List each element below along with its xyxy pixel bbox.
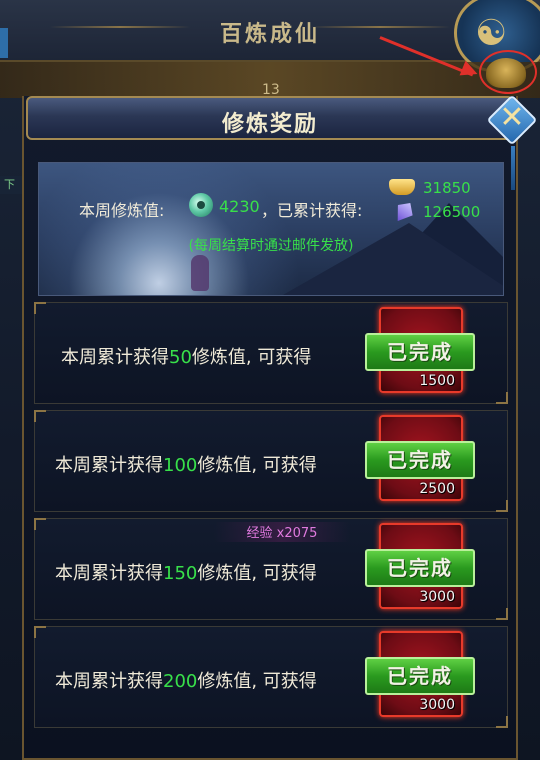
row-description: 本周累计获得50修炼值, 可获得 bbox=[61, 343, 311, 369]
accumulated-label: ，已累计获得: bbox=[261, 201, 363, 220]
row-description: 本周累计获得150修炼值, 可获得 bbox=[55, 559, 317, 585]
panel-header: 修炼奖励 bbox=[26, 96, 514, 140]
crystal-total: 126500 bbox=[423, 203, 481, 221]
row-suffix: 修炼值, 可获得 bbox=[197, 563, 317, 584]
row-threshold: 150 bbox=[163, 563, 198, 584]
reward-count: 2500 bbox=[419, 481, 455, 497]
row-suffix: 修炼值, 可获得 bbox=[197, 671, 317, 692]
reward-count: 3000 bbox=[419, 697, 455, 713]
reward-row: 本周累计获得200修炼值, 可获得 3000 已完成 bbox=[34, 626, 508, 728]
row-threshold: 100 bbox=[163, 455, 198, 476]
row-suffix: 修炼值, 可获得 bbox=[197, 455, 317, 476]
reward-row: 本周累计获得50修炼值, 可获得 1500 已完成 bbox=[34, 302, 508, 404]
row-prefix: 本周累计获得 bbox=[55, 671, 163, 692]
reward-row: 本周累计获得100修炼值, 可获得 2500 已完成 bbox=[34, 410, 508, 512]
tassel-icon bbox=[511, 146, 515, 190]
jade-icon bbox=[189, 193, 213, 217]
weekly-value-label: 本周修炼值: bbox=[79, 201, 165, 220]
completed-button[interactable]: 已完成 bbox=[365, 333, 475, 371]
exp-toast: 经验 x2075 bbox=[214, 522, 350, 542]
row-prefix: 本周累计获得 bbox=[55, 455, 163, 476]
completed-button[interactable]: 已完成 bbox=[365, 657, 475, 695]
title-ornament-right bbox=[310, 26, 450, 28]
background-titlebar: 百炼成仙 ☯ bbox=[0, 0, 540, 72]
mountain-decoration bbox=[269, 223, 503, 295]
row-description: 本周累计获得100修炼值, 可获得 bbox=[55, 451, 317, 477]
summary-banner: 本周修炼值: 4230 ，已累计获得: 31850 126500 (每周结算时通… bbox=[38, 162, 504, 296]
reward-count: 3000 bbox=[419, 589, 455, 605]
reward-count: 1500 bbox=[419, 373, 455, 389]
completed-button[interactable]: 已完成 bbox=[365, 441, 475, 479]
mail-note: (每周结算时通过邮件发放) bbox=[188, 238, 354, 254]
panel-title: 修炼奖励 bbox=[221, 111, 318, 137]
row-prefix: 本周累计获得 bbox=[55, 563, 163, 584]
completed-button[interactable]: 已完成 bbox=[365, 549, 475, 587]
row-suffix: 修炼值, 可获得 bbox=[191, 347, 312, 368]
row-prefix: 本周累计获得 bbox=[61, 347, 169, 368]
row-threshold: 50 bbox=[169, 347, 192, 368]
gold-ingot-icon bbox=[389, 179, 415, 195]
annotation-circle bbox=[479, 50, 537, 94]
row-threshold: 200 bbox=[163, 671, 198, 692]
row-description: 本周累计获得200修炼值, 可获得 bbox=[55, 667, 317, 693]
close-button[interactable]: ✕ bbox=[486, 94, 538, 146]
weekly-value: 4230 bbox=[219, 197, 260, 216]
character-silhouette bbox=[191, 255, 209, 291]
close-x-icon: ✕ bbox=[499, 100, 525, 135]
gold-total: 31850 bbox=[423, 179, 471, 197]
